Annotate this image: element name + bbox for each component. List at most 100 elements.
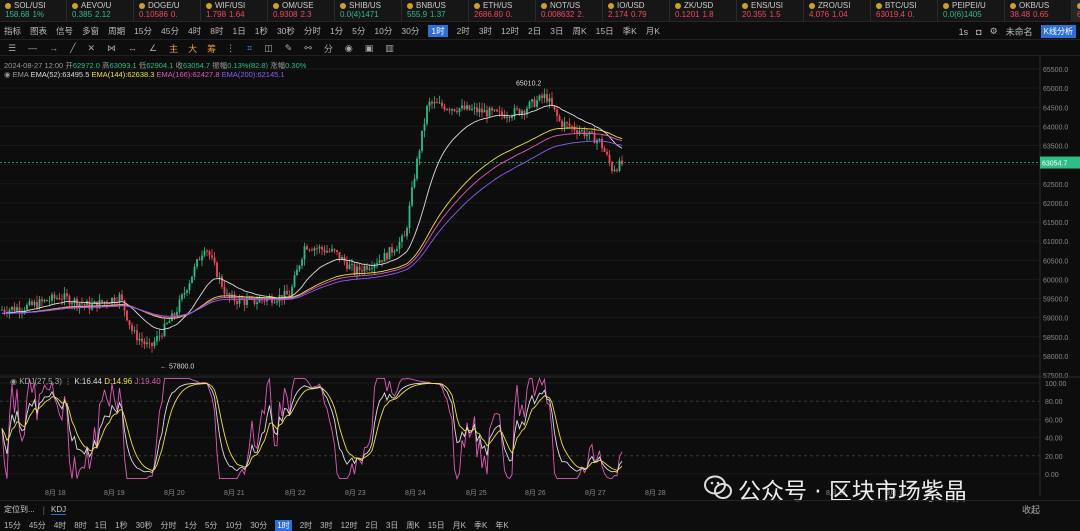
interval-1s-button[interactable]: 1s — [959, 27, 969, 37]
period-16[interactable]: 30分 — [401, 25, 419, 37]
ticker-10[interactable]: ZK/USD 0.1201 1.8 — [670, 0, 737, 21]
link-icon[interactable]: ⚯ — [304, 43, 312, 54]
bottom-period-10[interactable]: 10分 — [225, 520, 242, 531]
ticker-0[interactable]: SOL/USI 158.68 1% — [0, 0, 67, 21]
ticker-4[interactable]: OM/USE 0.9308 2.3 — [268, 0, 335, 21]
collapse-button[interactable]: 收起 — [1022, 503, 1040, 516]
main-indicator-button[interactable]: 主 — [169, 42, 178, 55]
bottom-period-15[interactable]: 12时 — [341, 520, 358, 531]
period-21[interactable]: 2日 — [528, 25, 541, 37]
chip-indicator-button[interactable]: 筹 — [207, 42, 216, 55]
lock-icon[interactable]: ▣ — [365, 43, 374, 54]
horizontal-line-icon[interactable]: — — [28, 43, 37, 53]
ticker-16[interactable]: BTC/USDT63051.50.37% — [1072, 0, 1080, 21]
period-6[interactable]: 45分 — [161, 25, 179, 37]
bottom-period-1[interactable]: 45分 — [29, 520, 46, 531]
trash-icon[interactable]: ▥ — [385, 43, 394, 54]
period-3[interactable]: 多窗 — [82, 25, 99, 37]
period-4[interactable]: 周期 — [108, 25, 125, 37]
period-5[interactable]: 15分 — [134, 25, 152, 37]
ticker-12[interactable]: ZRO/USI 4.076 1.04 — [804, 0, 871, 21]
period-17[interactable]: 1时 — [428, 25, 448, 37]
fork-icon[interactable]: ⋈ — [107, 43, 116, 54]
bottom-period-7[interactable]: 分时 — [161, 520, 177, 531]
bottom-period-13[interactable]: 2时 — [300, 520, 312, 531]
time-label[interactable]: 分 — [324, 42, 333, 55]
locate-tab[interactable]: 定位到... — [4, 504, 35, 515]
period-22[interactable]: 3日 — [550, 25, 563, 37]
bottom-period-5[interactable]: 1秒 — [115, 520, 127, 531]
menu-icon[interactable]: ☰ — [8, 43, 16, 54]
crop-icon[interactable]: ⌗ — [247, 43, 252, 54]
period-23[interactable]: 周K — [572, 25, 586, 37]
settings-icon[interactable]: ⋮ — [64, 377, 72, 386]
ticker-8[interactable]: NOT/US 0.008632 2. — [536, 0, 603, 21]
period-12[interactable]: 分时 — [304, 25, 321, 37]
bottom-period-14[interactable]: 3时 — [320, 520, 332, 531]
ticker-7[interactable]: ETH/US 2686.80 0. — [469, 0, 536, 21]
bottom-period-21[interactable]: 季K — [474, 520, 487, 531]
period-15[interactable]: 10分 — [374, 25, 392, 37]
bottom-period-16[interactable]: 2日 — [366, 520, 378, 531]
dots-icon[interactable]: ⋮ — [226, 43, 235, 54]
kdj-axis-label: 100.00 — [1045, 381, 1067, 388]
ticker-2[interactable]: DOGE/U 0.10586 0. — [134, 0, 201, 21]
ticker-14[interactable]: PEIPEI/U 0.0(6)1405 — [938, 0, 1005, 21]
ticker-9[interactable]: IO/USD 2.174 0.79 — [603, 0, 670, 21]
ticker-13[interactable]: BTC/USI 63019.4 0. — [871, 0, 938, 21]
ruler-icon[interactable]: ◫ — [264, 43, 273, 54]
bottom-period-22[interactable]: 年K — [495, 520, 508, 531]
trend-line-icon[interactable]: ╱ — [70, 43, 75, 54]
period-14[interactable]: 5分 — [352, 25, 365, 37]
bottom-period-2[interactable]: 4时 — [54, 520, 66, 531]
pencil-icon[interactable]: ✎ — [285, 43, 293, 54]
big-indicator-button[interactable]: 大 — [188, 42, 197, 55]
period-13[interactable]: 1分 — [330, 25, 343, 37]
price-chart[interactable]: 65500.065000.064500.064000.063500.063000… — [0, 56, 1080, 500]
camera-icon[interactable]: ◘ — [976, 27, 981, 37]
bottom-period-11[interactable]: 30分 — [250, 520, 267, 531]
layout-name[interactable]: 未命名 — [1006, 25, 1033, 38]
ray-icon[interactable]: → — [49, 43, 58, 53]
bottom-period-19[interactable]: 15日 — [428, 520, 445, 531]
period-9[interactable]: 1日 — [232, 25, 245, 37]
period-7[interactable]: 4时 — [188, 25, 201, 37]
period-0[interactable]: 指标 — [4, 25, 21, 37]
bottom-period-12[interactable]: 1时 — [275, 519, 292, 531]
ticker-11[interactable]: ENS/USI 20.355 1.5 — [737, 0, 804, 21]
eye-icon[interactable]: ◉ — [345, 43, 353, 54]
period-24[interactable]: 15日 — [596, 25, 614, 37]
ticker-15[interactable]: OKB/US 38.48 0.65 — [1005, 0, 1072, 21]
ticker-5[interactable]: SHIB/US 0.0(4)1471 — [335, 0, 402, 21]
angle-icon[interactable]: ∠ — [149, 43, 157, 54]
settings-icon[interactable]: ⚙ — [990, 26, 998, 37]
bottom-period-6[interactable]: 30秒 — [136, 520, 153, 531]
bottom-period-4[interactable]: 1日 — [95, 520, 107, 531]
period-2[interactable]: 信号 — [56, 25, 73, 37]
bottom-period-20[interactable]: 月K — [453, 520, 466, 531]
arrows-icon[interactable]: ↔ — [128, 43, 137, 53]
period-26[interactable]: 月K — [646, 25, 660, 37]
period-1[interactable]: 图表 — [30, 25, 47, 37]
ticker-3[interactable]: WIF/USI 1.798 1.64 — [201, 0, 268, 21]
eye-icon[interactable]: ◉ — [10, 377, 17, 386]
ticker-6[interactable]: BNB/US 555.9 1.37 — [402, 0, 469, 21]
period-25[interactable]: 季K — [623, 25, 637, 37]
ticker-1[interactable]: AEVO/U 0.385 2.12 — [67, 0, 134, 21]
period-11[interactable]: 30秒 — [277, 25, 295, 37]
bottom-period-18[interactable]: 周K — [406, 520, 419, 531]
kline-analysis-button[interactable]: K线分析 — [1040, 25, 1076, 38]
kdj-tab[interactable]: KDJ — [51, 505, 67, 515]
bottom-period-17[interactable]: 3日 — [386, 520, 398, 531]
bottom-period-9[interactable]: 5分 — [205, 520, 217, 531]
bottom-period-3[interactable]: 8时 — [74, 520, 86, 531]
period-8[interactable]: 8时 — [210, 25, 223, 37]
bottom-period-8[interactable]: 1分 — [185, 520, 197, 531]
period-20[interactable]: 12时 — [501, 25, 519, 37]
period-10[interactable]: 1秒 — [255, 25, 268, 37]
period-19[interactable]: 3时 — [479, 25, 492, 37]
cross-line-icon[interactable]: ✕ — [88, 43, 96, 54]
period-18[interactable]: 2时 — [457, 25, 470, 37]
bottom-period-0[interactable]: 15分 — [4, 520, 21, 531]
candle-body — [108, 303, 111, 305]
